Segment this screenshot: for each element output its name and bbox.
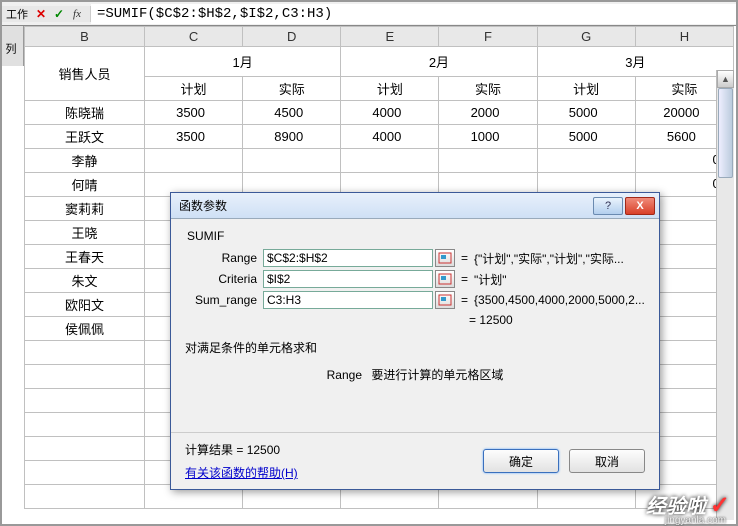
function-arguments-dialog: 函数参数 ? X SUMIF Range = {"计划","实际","计划","… (170, 192, 660, 490)
col-header[interactable]: D (243, 27, 341, 47)
data-cell[interactable]: 4500 (243, 101, 341, 125)
name-cell[interactable]: 李静 (25, 149, 145, 173)
plan-cell[interactable]: 计划 (537, 77, 635, 101)
table-row: 陈晓瑞 3500 4500 4000 2000 5000 20000 (25, 101, 734, 125)
watermark-url: jingyanla.com (665, 515, 726, 526)
data-cell[interactable]: 3500 (144, 125, 242, 149)
function-name-label: SUMIF (187, 229, 645, 243)
range-selector-icon[interactable] (435, 249, 455, 267)
param-row-range: Range = {"计划","实际","计划","实际... (185, 249, 645, 267)
param-desc-text: 要进行计算的单元格区域 (371, 368, 503, 382)
param-preview: "计划" (474, 271, 645, 288)
param-preview: {3500,4500,4000,2000,5000,2... (474, 293, 645, 307)
dialog-help-button[interactable]: ? (593, 197, 623, 215)
range-input[interactable] (263, 249, 433, 267)
data-cell[interactable]: 5000 (537, 101, 635, 125)
data-cell[interactable]: 3500 (144, 101, 242, 125)
param-preview: {"计划","实际","计划","实际... (474, 250, 645, 267)
param-row-sumrange: Sum_range = {3500,4500,4000,2000,5000,2.… (185, 291, 645, 309)
param-label: Range (185, 251, 263, 265)
data-cell[interactable]: 8900 (243, 125, 341, 149)
plan-cell[interactable]: 计划 (144, 77, 242, 101)
calc-result: 计算结果 = 12500 (185, 441, 298, 458)
label-left: 工作 (6, 6, 28, 22)
name-cell[interactable]: 王春天 (25, 245, 145, 269)
param-desc-label: Range (327, 368, 362, 382)
function-help-link[interactable]: 有关该函数的帮助(H) (185, 464, 298, 481)
equals-sign: = (461, 272, 468, 286)
actual-cell[interactable]: 实际 (243, 77, 341, 101)
actual-cell[interactable]: 实际 (439, 77, 537, 101)
formula-input[interactable] (91, 4, 736, 24)
ok-button[interactable]: 确定 (483, 449, 559, 473)
name-cell[interactable]: 欧阳文 (25, 293, 145, 317)
month-cell[interactable]: 3月 (537, 47, 733, 77)
table-row: 李静 (25, 149, 734, 173)
scroll-up-icon[interactable]: ▲ (717, 70, 734, 88)
col-header[interactable]: B (25, 27, 145, 47)
column-header-row: B C D E F G H (25, 27, 734, 47)
formula-bar: 工作 ✕ ✓ fx (2, 2, 736, 26)
param-row-criteria: Criteria = "计划" (185, 270, 645, 288)
table-row: 王跃文 3500 8900 4000 1000 5000 5600 (25, 125, 734, 149)
dialog-body: SUMIF Range = {"计划","实际","计划","实际... Cri… (171, 219, 659, 391)
formula-bar-controls: 工作 ✕ ✓ fx (2, 6, 91, 22)
cancel-icon[interactable]: ✕ (33, 6, 49, 22)
criteria-input[interactable] (263, 270, 433, 288)
dialog-close-button[interactable]: X (625, 197, 655, 215)
fx-icon[interactable]: fx (69, 6, 85, 22)
sumrange-input[interactable] (263, 291, 433, 309)
col-header[interactable]: F (439, 27, 537, 47)
param-label: Sum_range (185, 293, 263, 307)
dialog-titlebar[interactable]: 函数参数 ? X (171, 193, 659, 219)
dialog-title: 函数参数 (179, 197, 227, 214)
dialog-title-buttons: ? X (593, 197, 655, 215)
param-label: Criteria (185, 272, 263, 286)
param-description: Range 要进行计算的单元格区域 (185, 366, 645, 383)
cancel-button[interactable]: 取消 (569, 449, 645, 473)
sales-label-cell[interactable]: 销售人员 (25, 47, 145, 101)
plan-cell[interactable]: 计划 (341, 77, 439, 101)
data-cell[interactable]: 5000 (537, 125, 635, 149)
month-cell[interactable]: 1月 (144, 47, 340, 77)
function-description: 对满足条件的单元格求和 (185, 339, 645, 356)
range-selector-icon[interactable] (435, 291, 455, 309)
name-cell[interactable]: 王跃文 (25, 125, 145, 149)
data-cell[interactable]: 4000 (341, 101, 439, 125)
data-cell[interactable]: 4000 (341, 125, 439, 149)
inline-result: = 12500 (469, 313, 645, 327)
confirm-icon[interactable]: ✓ (51, 6, 67, 22)
name-cell[interactable]: 窦莉莉 (25, 197, 145, 221)
data-cell[interactable]: 1000 (439, 125, 537, 149)
header-row-1: 销售人员 1月 2月 3月 (25, 47, 734, 77)
name-cell[interactable]: 陈晓瑞 (25, 101, 145, 125)
col-header[interactable]: G (537, 27, 635, 47)
vertical-scrollbar[interactable]: ▲ (716, 70, 734, 520)
equals-sign: = (461, 251, 468, 265)
data-cell[interactable]: 2000 (439, 101, 537, 125)
col-header[interactable]: H (635, 27, 733, 47)
col-header[interactable]: E (341, 27, 439, 47)
equals-sign: = (461, 293, 468, 307)
scroll-thumb[interactable] (718, 88, 733, 178)
month-cell[interactable]: 2月 (341, 47, 537, 77)
name-cell[interactable]: 侯佩佩 (25, 317, 145, 341)
dialog-footer: 计算结果 = 12500 有关该函数的帮助(H) 确定 取消 (171, 432, 659, 489)
name-cell[interactable]: 何晴 (25, 173, 145, 197)
col-header[interactable]: C (144, 27, 242, 47)
name-cell[interactable]: 朱文 (25, 269, 145, 293)
name-cell[interactable]: 王晓 (25, 221, 145, 245)
left-panel-fragment: 列 (2, 26, 24, 66)
range-selector-icon[interactable] (435, 270, 455, 288)
